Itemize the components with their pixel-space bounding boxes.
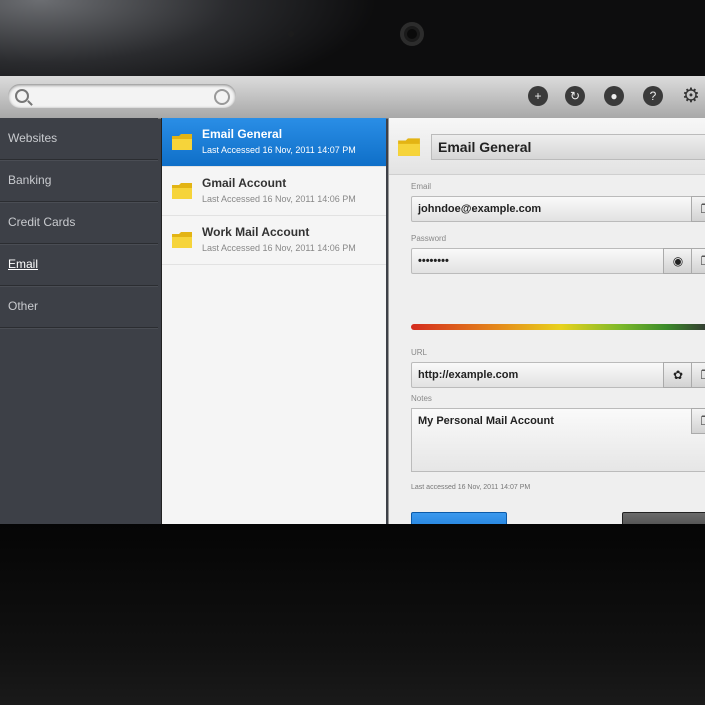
search-box[interactable] [8,84,236,108]
search-icon [15,89,29,103]
clear-search-icon[interactable] [214,89,230,105]
light-sensor [288,31,294,37]
eye-icon: ◉ [672,254,684,268]
folder-icon [172,183,192,199]
help-icon[interactable]: ? [643,86,663,106]
entry-last-accessed: Last Accessed 16 Nov, 2011 14:06 PM [202,243,356,253]
password-label: Password [411,234,447,243]
sidebar-item-banking[interactable]: Banking [0,160,158,202]
password-strength-meter [411,324,705,330]
entry-name: Gmail Account [202,176,287,190]
entry-name: Email General [202,127,283,141]
add-icon[interactable]: + [528,86,548,106]
reveal-password-button[interactable]: ◉ [663,248,693,274]
password-field[interactable]: •••••••• [411,248,705,274]
sidebar-item-email[interactable]: Email [0,244,158,286]
copy-password-button[interactable]: ❐ [691,248,705,274]
entry-name: Work Mail Account [202,225,310,239]
app-screen: + ↻ ● ? ⚙ Websites Banking Credit Cards … [0,76,705,524]
url-label: URL [411,348,428,357]
device-bezel-bottom [0,524,705,705]
settings-icon[interactable]: ⚙ [681,86,701,106]
device-bezel-top [0,0,705,76]
copy-icon: ❐ [701,254,705,268]
search-input[interactable] [38,87,212,105]
delete-button[interactable]: Delete [622,512,705,524]
lock-icon[interactable]: ● [604,86,624,106]
copy-url-button[interactable]: ❐ [691,362,705,388]
copy-icon: ❐ [701,202,705,216]
copy-icon: ❐ [701,414,705,428]
entry-last-accessed: Last Accessed 16 Nov, 2011 14:06 PM [202,194,356,204]
copy-notes-button[interactable]: ❐ [691,408,705,434]
entry-last-accessed: Last Accessed 16 Nov, 2011 14:07 PM [202,145,356,155]
edit-button[interactable]: Edit [411,512,507,524]
copy-email-button[interactable]: ❐ [691,196,705,222]
list-item[interactable]: Work Mail Account Last Accessed 16 Nov, … [162,216,386,265]
folder-icon [172,134,192,150]
globe-icon: ✿ [672,368,684,382]
notes-label: Notes [411,394,432,403]
url-field[interactable]: http://example.com [411,362,705,388]
entry-list: Email General Last Accessed 16 Nov, 2011… [161,118,386,524]
folder-icon [398,138,420,156]
open-url-button[interactable]: ✿ [663,362,693,388]
sync-icon[interactable]: ↻ [565,86,585,106]
top-toolbar: + ↻ ● ? ⚙ [0,76,705,119]
folder-icon [172,232,192,248]
last-accessed-text: Last accessed 16 Nov, 2011 14:07 PM [411,484,531,491]
entry-detail-panel: Email General Email johndoe@example.com … [388,118,705,524]
list-item[interactable]: Email General Last Accessed 16 Nov, 2011… [162,118,386,167]
detail-header: Email General [389,118,705,175]
list-item[interactable]: Gmail Account Last Accessed 16 Nov, 2011… [162,167,386,216]
notes-field[interactable]: My Personal Mail Account [411,408,705,472]
email-field[interactable]: johndoe@example.com [411,196,705,222]
email-label: Email [411,182,432,191]
sidebar-item-credit-cards[interactable]: Credit Cards [0,202,158,244]
copy-icon: ❐ [701,368,705,382]
sidebar-item-other[interactable]: Other [0,286,158,328]
entry-title-field[interactable]: Email General [431,134,705,160]
front-camera-icon [400,22,424,46]
sidebar-item-websites[interactable]: Websites [0,118,158,160]
category-sidebar: Websites Banking Credit Cards Email Othe… [0,118,158,524]
